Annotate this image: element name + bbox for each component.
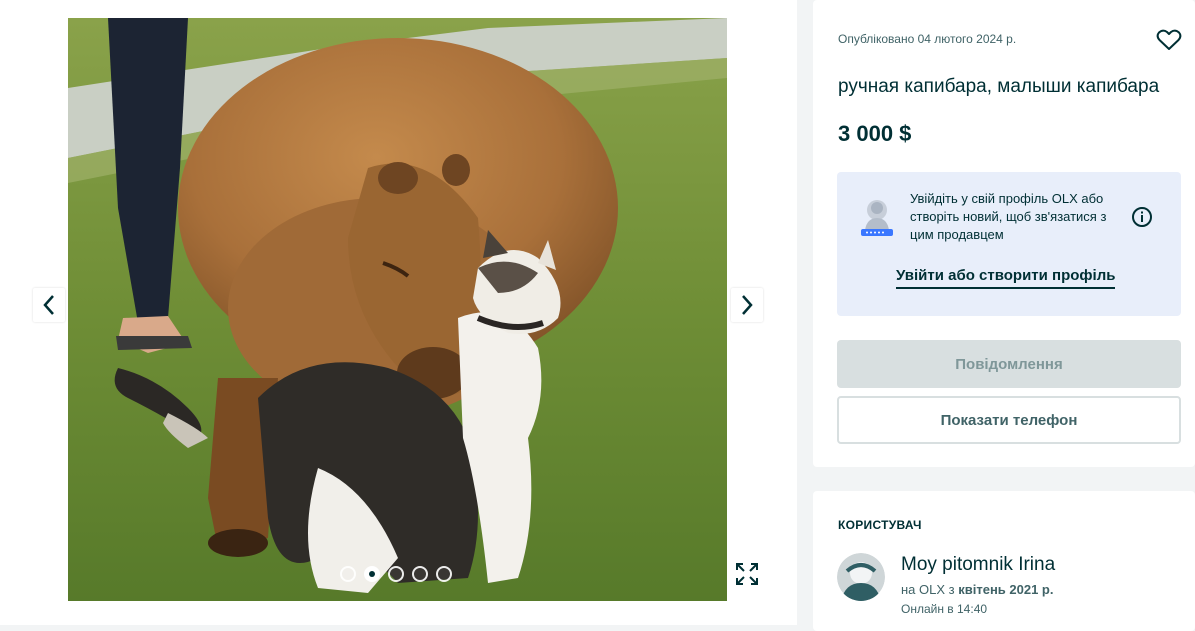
chevron-right-icon [742, 295, 753, 315]
login-prompt: Увійдіть у свій профіль OLX або створіть… [837, 172, 1181, 316]
gallery-dot-2[interactable] [364, 566, 380, 582]
login-prompt-text: Увійдіть у свій профіль OLX або створіть… [910, 191, 1107, 242]
heart-icon[interactable] [1156, 28, 1182, 52]
gallery-pagination [340, 566, 452, 582]
listing-photo[interactable] [68, 18, 727, 601]
show-phone-button[interactable]: Показати телефон [837, 396, 1181, 444]
gallery-dot-3[interactable] [388, 566, 404, 582]
image-gallery [0, 0, 797, 625]
member-since-date: квітень 2021 р. [958, 582, 1054, 597]
login-or-register-link[interactable]: Увійти або створити профіль [896, 267, 1116, 289]
posted-date: Опубліковано 04 лютого 2024 р. [838, 32, 1017, 46]
user-avatar-icon [837, 553, 885, 601]
fullscreen-button[interactable] [730, 556, 764, 592]
seller-name[interactable]: Moy pitomnik Irina [901, 554, 1055, 576]
gallery-next-button[interactable] [731, 288, 763, 322]
chevron-left-icon [43, 295, 54, 315]
gallery-dot-4[interactable] [412, 566, 428, 582]
seller-member-since: на OLX з квітень 2021 р. [901, 582, 1053, 597]
seller-card: КОРИСТУВАЧ Moy pitomnik Irina на OLX з к… [813, 491, 1195, 631]
seller-heading: КОРИСТУВАЧ [838, 518, 922, 532]
profile-illustration-icon [861, 200, 893, 236]
avatar[interactable] [837, 553, 885, 601]
listing-price: 3 000 $ [838, 121, 912, 146]
message-button[interactable]: Повідомлення [837, 340, 1181, 388]
member-since-prefix: на OLX з [901, 582, 955, 597]
listing-title: ручная капибара, малыши капибара [838, 76, 1160, 97]
gallery-prev-button[interactable] [33, 288, 65, 322]
gallery-dot-5[interactable] [436, 566, 452, 582]
info-icon[interactable] [1131, 206, 1153, 228]
listing-info-card: Опубліковано 04 лютого 2024 р. ручная ка… [813, 0, 1195, 467]
fullscreen-icon [736, 563, 758, 585]
seller-last-online: Онлайн в 14:40 [901, 602, 988, 616]
gallery-dot-1[interactable] [340, 566, 356, 582]
capybara-cat-photo [68, 18, 727, 601]
